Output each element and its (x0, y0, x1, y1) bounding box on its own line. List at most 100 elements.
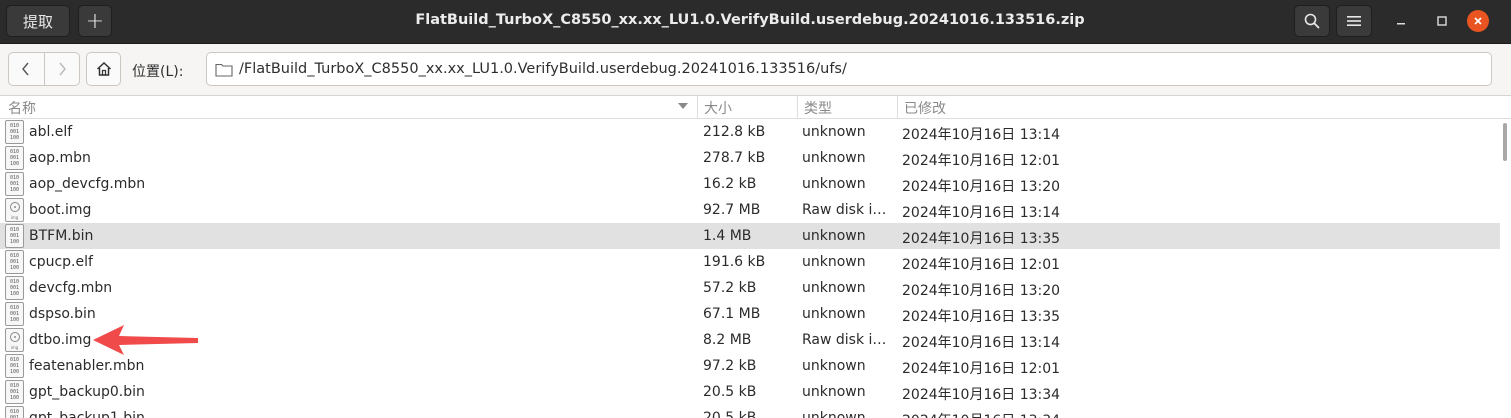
search-button[interactable] (1294, 5, 1330, 37)
file-type: unknown (802, 306, 866, 322)
file-row[interactable]: img boot.img 92.7 MB Raw disk i… 2024年10月16日… (0, 197, 1500, 223)
scrollbar-thumb[interactable] (1503, 123, 1507, 161)
location-path-field[interactable]: /FlatBuild_TurboX_C8550_xx.xx_LU1.0.Veri… (206, 52, 1492, 86)
file-name: gpt_backup1.bin (29, 410, 145, 418)
home-button[interactable] (86, 52, 121, 86)
file-row[interactable]: 010 001 100 gpt_backup0.bin 20.5 kB unknown 20… (0, 379, 1500, 405)
folder-icon (215, 62, 233, 77)
file-name: abl.elf (29, 124, 73, 140)
disk-image-icon: img (5, 327, 25, 353)
vertical-scrollbar[interactable] (1500, 119, 1511, 418)
file-type: unknown (802, 384, 866, 400)
search-icon (1304, 13, 1320, 29)
column-name-label: 名称 (8, 100, 36, 117)
column-header-type[interactable]: 类型 (798, 96, 898, 119)
file-modified: 2024年10月16日 13:14 (902, 335, 1061, 351)
chevron-right-icon (59, 62, 66, 76)
file-row[interactable]: img dtbo.img 8.2 MB Raw disk i… 2024年10月16日 … (0, 327, 1500, 353)
file-modified: 2024年10月16日 12:01 (902, 257, 1061, 273)
add-files-button[interactable]: + (78, 5, 112, 37)
column-header-name[interactable]: 名称 (0, 96, 698, 119)
file-modified: 2024年10月16日 12:01 (902, 153, 1061, 169)
file-modified: 2024年10月16日 13:35 (902, 309, 1061, 325)
binary-file-icon: 010001100 (5, 379, 25, 405)
binary-file-icon: 010001100 (5, 249, 25, 275)
file-row[interactable]: 010 001 100 dspso.bin 67.1 MB unknown 2024年10月… (0, 301, 1500, 327)
file-size: 92.7 MB (703, 202, 761, 218)
file-size: 212.8 kB (703, 124, 766, 140)
archive-manager-window: 提取 + FlatBuild_TurboX_C8550_xx.xx_LU1.0.… (0, 0, 1511, 418)
file-row[interactable]: 010 001 100 abl.elf 212.8 kB unknown 2024年10月1… (0, 119, 1500, 145)
file-name: dtbo.img (29, 332, 92, 348)
location-path-text: /FlatBuild_TurboX_C8550_xx.xx_LU1.0.Veri… (239, 61, 847, 77)
column-header-size[interactable]: 大小 (698, 96, 798, 119)
minimize-icon (1397, 23, 1405, 25)
binary-file-icon: 010001100 (5, 171, 25, 197)
red-arrow-annotation (93, 325, 198, 355)
binary-file-icon: 010001100 (5, 405, 25, 418)
file-size: 97.2 kB (703, 358, 757, 374)
window-title: FlatBuild_TurboX_C8550_xx.xx_LU1.0.Verif… (415, 12, 1085, 28)
binary-file-icon: 010001100 (5, 275, 25, 301)
file-size: 278.7 kB (703, 150, 766, 166)
file-type: Raw disk i… (802, 332, 887, 348)
file-type: unknown (802, 150, 866, 166)
minimize-button[interactable] (1390, 10, 1412, 32)
file-name: cpucp.elf (29, 254, 93, 270)
file-type: unknown (802, 254, 866, 270)
binary-file-icon: 010001100 (5, 301, 25, 327)
file-modified: 2024年10月16日 13:20 (902, 179, 1061, 195)
file-row[interactable]: 010 001 100 aop_devcfg.mbn 16.2 kB unknown 202… (0, 171, 1500, 197)
file-size: 191.6 kB (703, 254, 766, 270)
file-row[interactable]: 010 001 100 devcfg.mbn 57.2 kB unknown 2024年10… (0, 275, 1500, 301)
file-size: 67.1 MB (703, 306, 761, 322)
binary-file-icon: 010001100 (5, 223, 25, 249)
file-row[interactable]: 010 001 100 aop.mbn 278.7 kB unknown 2024年10月1… (0, 145, 1500, 171)
file-row[interactable]: 010 001 100 BTFM.bin 1.4 MB unknown 2024年10月16… (0, 223, 1500, 249)
column-headers: 名称 大小 类型 已修改 (0, 96, 1511, 119)
file-name: dspso.bin (29, 306, 96, 322)
header-bar: 提取 + FlatBuild_TurboX_C8550_xx.xx_LU1.0.… (0, 0, 1511, 44)
file-modified: 2024年10月16日 13:14 (902, 127, 1061, 143)
location-label: 位置(L): (132, 64, 184, 80)
file-size: 20.5 kB (703, 410, 757, 418)
extract-button[interactable]: 提取 (6, 5, 70, 37)
navigation-buttons (8, 52, 80, 86)
file-modified: 2024年10月16日 13:20 (902, 283, 1061, 299)
sort-descending-icon (678, 103, 688, 109)
forward-button[interactable] (45, 53, 80, 85)
file-row[interactable]: 010001100 gpt_backup1.bin 20.5 kB unknown 20… (0, 405, 1500, 418)
file-size: 20.5 kB (703, 384, 757, 400)
maximize-button[interactable] (1431, 10, 1453, 32)
file-name: aop.mbn (29, 150, 91, 166)
home-icon (96, 61, 111, 76)
binary-file-icon: 010001100 (5, 353, 25, 379)
file-type: unknown (802, 410, 866, 418)
hamburger-menu-icon (1347, 16, 1361, 26)
file-modified: 2024年10月16日 13:35 (902, 231, 1061, 247)
file-modified: 2024年10月16日 13:34 (902, 407, 1060, 418)
file-type: unknown (802, 124, 866, 140)
back-button[interactable] (9, 53, 45, 85)
file-type: unknown (802, 228, 866, 244)
close-button[interactable] (1467, 10, 1489, 32)
file-size: 16.2 kB (703, 176, 757, 192)
disk-image-icon: img (5, 197, 25, 223)
file-row[interactable]: 010 001 100 cpucp.elf 191.6 kB unknown 2024年10… (0, 249, 1500, 275)
file-size: 8.2 MB (703, 332, 752, 348)
binary-file-icon: 010001100 (5, 145, 25, 171)
column-modified-label: 已修改 (904, 100, 946, 117)
file-name: gpt_backup0.bin (29, 384, 145, 400)
menu-button[interactable] (1336, 5, 1372, 37)
file-modified: 2024年10月16日 13:34 (902, 387, 1061, 403)
file-name: boot.img (29, 202, 92, 218)
file-row[interactable]: 010 001 100 featenabler.mbn 97.2 kB unknown 20… (0, 353, 1500, 379)
file-name: devcfg.mbn (29, 280, 113, 296)
column-header-modified[interactable]: 已修改 (898, 96, 1511, 119)
file-type: unknown (802, 358, 866, 374)
file-list: 010 001 100 abl.elf 212.8 kB unknown 2024年10月1… (0, 119, 1500, 418)
file-name: BTFM.bin (29, 228, 94, 244)
file-modified: 2024年10月16日 12:01 (902, 361, 1061, 377)
close-icon (1474, 17, 1482, 25)
file-size: 57.2 kB (703, 280, 757, 296)
